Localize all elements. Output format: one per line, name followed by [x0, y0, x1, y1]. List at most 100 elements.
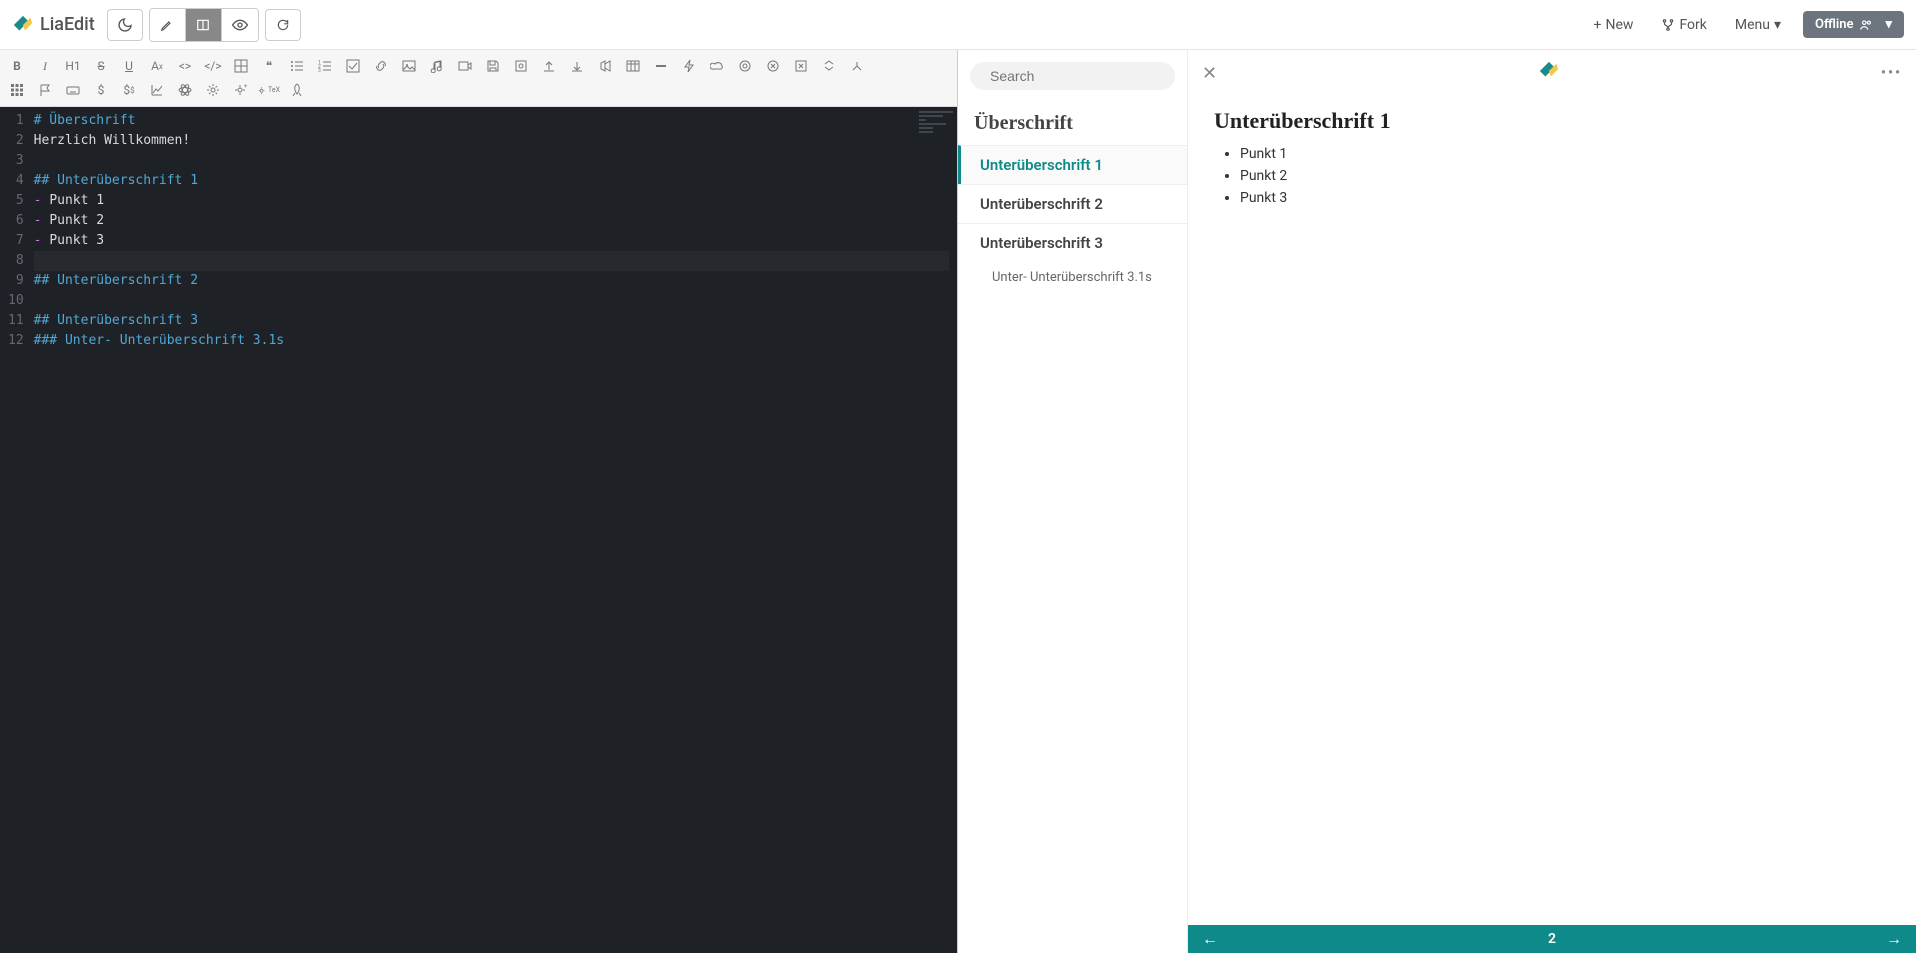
gear-button[interactable] — [202, 80, 224, 100]
expand-button[interactable] — [818, 56, 840, 76]
code-line[interactable]: ## Unterüberschrift 1 — [34, 171, 949, 191]
reload-button[interactable] — [265, 9, 301, 41]
split-mode-button[interactable] — [186, 9, 222, 41]
pager: ← 2 → — [1188, 925, 1916, 953]
italic-button[interactable]: I — [34, 56, 56, 76]
line-gutter: 123456789101112 — [0, 107, 34, 953]
import-button[interactable] — [566, 56, 588, 76]
minimap[interactable] — [919, 111, 953, 135]
edit-mode-button[interactable] — [150, 9, 186, 41]
split-icon — [196, 18, 210, 32]
table-button[interactable] — [622, 56, 644, 76]
bolt-button[interactable] — [678, 56, 700, 76]
new-label: New — [1606, 17, 1634, 33]
next-page-button[interactable]: → — [1886, 929, 1902, 949]
code-line[interactable]: ### Unter- Unterüberschrift 3.1s — [34, 331, 949, 351]
flag-button[interactable] — [34, 80, 56, 100]
prev-page-button[interactable]: ← — [1202, 929, 1218, 949]
moon-icon — [117, 17, 133, 33]
link-button[interactable] — [370, 56, 392, 76]
editor-toolbar: B I H1 S U Ax <> </> ❝ 123 — [0, 50, 957, 107]
code-block-button[interactable]: </> — [202, 56, 224, 76]
preview-list: Punkt 1Punkt 2Punkt 3 — [1214, 146, 1890, 206]
matrix-button[interactable] — [6, 80, 28, 100]
preview-more-button[interactable]: ••• — [1881, 65, 1902, 81]
code-line[interactable]: ## Unterüberschrift 2 — [34, 271, 949, 291]
quote-button[interactable]: ❝ — [258, 56, 280, 76]
menu-label: Menu — [1735, 17, 1770, 33]
cloud-button[interactable] — [706, 56, 728, 76]
close-circle-button[interactable] — [762, 56, 784, 76]
video-button[interactable] — [454, 56, 476, 76]
code-line[interactable] — [34, 251, 949, 271]
toc-title[interactable]: Überschrift — [958, 102, 1187, 145]
toolbar-row-2: $ $$ + TeX — [6, 78, 951, 102]
code-line[interactable]: # Überschrift — [34, 111, 949, 131]
preview-body: Unterüberschrift 1 Punkt 1Punkt 2Punkt 3 — [1188, 96, 1916, 953]
top-bar: LiaEdit + New Fork Menu ▾ Offline ▾ — [0, 0, 1916, 50]
new-button[interactable]: + New — [1580, 17, 1648, 33]
toc-item[interactable]: Unterüberschrift 1 — [958, 145, 1187, 184]
menu-dropdown[interactable]: Menu ▾ — [1721, 17, 1795, 33]
offline-button[interactable]: Offline ▾ — [1803, 11, 1904, 38]
superscript-button[interactable]: Ax — [146, 56, 168, 76]
code-line[interactable]: ## Unterüberschrift 3 — [34, 311, 949, 331]
image-button[interactable] — [398, 56, 420, 76]
window-button[interactable] — [790, 56, 812, 76]
gear-latex-button[interactable]: TeX — [258, 80, 280, 100]
chart-line-button[interactable] — [146, 80, 168, 100]
theme-toggle-button[interactable] — [107, 9, 143, 41]
ulist-button[interactable] — [286, 56, 308, 76]
gear-plus-button[interactable]: + — [230, 80, 252, 100]
svg-text:3: 3 — [318, 68, 321, 73]
code-editor[interactable]: 123456789101112 # ÜberschriftHerzlich Wi… — [0, 107, 957, 953]
tool-button-1[interactable] — [510, 56, 532, 76]
users-icon — [1859, 18, 1873, 32]
search-box[interactable] — [970, 62, 1175, 90]
rocket-button[interactable] — [286, 80, 308, 100]
atom-button[interactable] — [174, 80, 196, 100]
toc-item[interactable]: Unterüberschrift 3 — [958, 223, 1187, 262]
heading-button[interactable]: H1 — [62, 56, 84, 76]
keyboard-button[interactable] — [62, 80, 84, 100]
app-name: LiaEdit — [40, 14, 95, 35]
dollar-block-button[interactable]: $$ — [118, 80, 140, 100]
bold-button[interactable]: B — [6, 56, 28, 76]
dollar-button[interactable]: $ — [90, 80, 112, 100]
hr-button[interactable] — [650, 56, 672, 76]
strikethrough-button[interactable]: S — [90, 56, 112, 76]
olist-button[interactable]: 123 — [314, 56, 336, 76]
code-line[interactable] — [34, 291, 949, 311]
chevron-down-icon: ▾ — [1885, 17, 1892, 32]
branch-button[interactable] — [846, 56, 868, 76]
close-preview-button[interactable]: ✕ — [1202, 63, 1217, 84]
fork-button[interactable]: Fork — [1647, 17, 1720, 33]
logo-group: LiaEdit — [12, 14, 107, 36]
code-line[interactable]: Herzlich Willkommen! — [34, 131, 949, 151]
reload-icon — [276, 18, 290, 32]
export-button[interactable] — [538, 56, 560, 76]
search-input[interactable] — [990, 68, 1171, 84]
save-button[interactable] — [482, 56, 504, 76]
preview-bullet: Punkt 1 — [1240, 146, 1890, 162]
toolbar-row-1: B I H1 S U Ax <> </> ❝ 123 — [6, 54, 951, 78]
target-button[interactable] — [734, 56, 756, 76]
code-inline-button[interactable]: <> — [174, 56, 196, 76]
view-mode-group — [149, 8, 259, 42]
code-line[interactable]: - Punkt 2 — [34, 211, 949, 231]
checklist-button[interactable] — [342, 56, 364, 76]
audio-button[interactable] — [426, 56, 448, 76]
share-button[interactable] — [594, 56, 616, 76]
grid-button[interactable] — [230, 56, 252, 76]
preview-mode-button[interactable] — [222, 9, 258, 41]
fork-label: Fork — [1679, 17, 1706, 33]
fork-icon — [1661, 18, 1675, 32]
toc-sub-item[interactable]: Unter- Unterüberschrift 3.1s — [958, 262, 1187, 293]
code-line[interactable]: - Punkt 1 — [34, 191, 949, 211]
preview-heading: Unterüberschrift 1 — [1214, 108, 1890, 134]
underline-button[interactable]: U — [118, 56, 140, 76]
code-content[interactable]: # ÜberschriftHerzlich Willkommen! ## Unt… — [34, 107, 957, 953]
code-line[interactable] — [34, 151, 949, 171]
toc-item[interactable]: Unterüberschrift 2 — [958, 184, 1187, 223]
code-line[interactable]: - Punkt 3 — [34, 231, 949, 251]
